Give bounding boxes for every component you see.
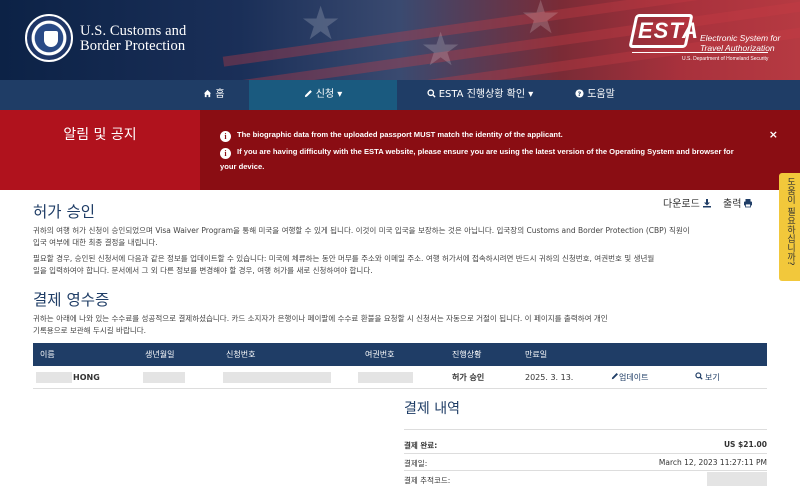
- dhs-seal-logo[interactable]: [25, 14, 73, 62]
- info-icon: i: [220, 131, 231, 142]
- nav-apply[interactable]: 신청 ▾: [249, 80, 397, 110]
- applications-table: 이름 생년월일 신청번호 여권번호 진행상황 만료일 HONG 허가 승인 20…: [33, 343, 767, 389]
- nav-apply-label: 신청: [315, 89, 335, 100]
- print-link[interactable]: 출력: [723, 199, 753, 210]
- column-header-dob: 생년월일: [145, 350, 175, 359]
- alert-banner: 알림 및 공지 i The biographic data from the up…: [0, 110, 800, 190]
- approval-p1-line2: 입국 여부에 대한 최종 결정을 내립니다.: [33, 237, 158, 247]
- column-header-status: 진행상황: [452, 350, 482, 359]
- star-icon: ★: [420, 22, 462, 76]
- column-header-passport: 여권번호: [365, 350, 395, 359]
- print-label: 출력: [723, 199, 742, 210]
- redacted-dob: [143, 372, 185, 383]
- receipt-paragraph: 귀하는 아래에 나와 있는 수수료를 성공적으로 결제하셨습니다. 카드 소지자…: [33, 313, 770, 336]
- divider: [404, 453, 767, 454]
- column-header-app-number: 신청번호: [226, 350, 256, 359]
- row-status: 허가 승인: [452, 373, 485, 382]
- divider: [404, 429, 767, 430]
- approval-paragraph-1: 귀하의 여행 허가 신청이 승인되었으며 Visa Waiver Program…: [33, 225, 770, 248]
- row-name: HONG: [73, 373, 100, 382]
- update-link[interactable]: 업데이트: [611, 366, 648, 389]
- pencil-icon: [611, 373, 618, 380]
- download-icon: [702, 199, 711, 208]
- page-tools: 다운로드 출력: [663, 195, 753, 210]
- payment-tracking-label: 결제 추적코드:: [404, 476, 451, 485]
- download-link[interactable]: 다운로드: [663, 199, 712, 210]
- alert-message-2-text: If you are having difficulty with the ES…: [237, 147, 734, 156]
- search-icon: [427, 89, 436, 98]
- agency-name-line2: Border Protection: [80, 38, 186, 54]
- alert-title: 알림 및 공지: [63, 127, 137, 143]
- nav-home-label: 홈: [215, 89, 225, 100]
- approval-p1-line1: 귀하의 여행 허가 신청이 승인되었으며 Visa Waiver Program…: [33, 226, 690, 235]
- receipt-heading: 결제 영수증: [33, 291, 110, 309]
- svg-text:?: ?: [578, 91, 582, 98]
- table-row: HONG 허가 승인 2025. 3. 13. 업데이트 보기: [33, 366, 767, 389]
- redacted-name: [36, 372, 72, 383]
- search-icon: [695, 372, 703, 380]
- question-circle-icon: ?: [575, 89, 584, 98]
- view-link-label: 보기: [705, 373, 720, 382]
- star-icon: ★: [300, 0, 342, 50]
- update-link-label: 업데이트: [619, 373, 649, 382]
- help-side-tab-label: 도움이 필요하십니까?: [785, 177, 795, 266]
- esta-logo-word: ESTA: [638, 18, 700, 43]
- receipt-p1-line1: 귀하는 아래에 나와 있는 수수료를 성공적으로 결제하셨습니다. 카드 소지자…: [33, 314, 608, 323]
- alert-message-1: i The biographic data from the uploaded p…: [220, 129, 563, 142]
- divider: [404, 470, 767, 471]
- caret-down-icon: ▾: [334, 89, 343, 100]
- nav-help-label: 도움말: [587, 89, 615, 100]
- main-nav: 홈 신청 ▾ ESTA 진행상황 확인 ▾ ? 도움말: [0, 80, 800, 110]
- site-header: ★ ★ ★ U.S. Customs and Border Protection…: [0, 0, 800, 80]
- receipt-p1-line2: 기록용으로 보관해 두시길 바랍니다.: [33, 325, 147, 335]
- alert-message-2: i If you are having difficulty with the E…: [220, 146, 734, 159]
- redacted-passport: [358, 372, 413, 383]
- home-icon: [204, 89, 212, 98]
- help-side-tab[interactable]: 도움이 필요하십니까?: [779, 173, 800, 281]
- payment-date-label: 결제일:: [404, 459, 428, 468]
- esta-logo-subtitle: Electronic System for Travel Authorizati…: [700, 33, 780, 53]
- column-header-expiry: 만료일: [525, 350, 548, 359]
- column-header-name: 이름: [40, 350, 55, 359]
- payment-complete-label: 결제 완료:: [404, 441, 438, 450]
- alert-message-2-continued: your device.: [220, 162, 265, 171]
- esta-subtitle-line1: Electronic System for: [700, 33, 781, 43]
- star-icon: ★: [520, 0, 562, 44]
- print-icon: [744, 199, 753, 208]
- approval-p2-line1: 필요할 경우, 승인된 신청서에 다음과 같은 정보를 업데이트할 수 있습니다…: [33, 254, 655, 263]
- nav-status-label: ESTA 진행상황 확인: [438, 89, 526, 100]
- payment-amount: US $21.00: [723, 440, 767, 449]
- view-link[interactable]: 보기: [695, 366, 720, 389]
- pencil-icon: [304, 90, 312, 98]
- alert-messages: i The biographic data from the uploaded p…: [200, 110, 800, 190]
- caret-down-icon: ▾: [525, 89, 534, 100]
- esta-logo-rule: [632, 52, 768, 53]
- row-expiry: 2025. 3. 13.: [525, 373, 574, 382]
- agency-name-line1: U.S. Customs and: [80, 23, 187, 39]
- alert-message-1-text: The biographic data from the uploaded pa…: [237, 130, 563, 139]
- esta-dept-text: U.S. Department of Homeland Security: [682, 56, 769, 62]
- approval-p2-line2: 일을 입력하여야 합니다. 문서에서 그 외 다른 정보를 변경해야 할 경우,…: [33, 265, 373, 275]
- redacted-tracking-code: [707, 472, 767, 486]
- seal-shield-icon: [44, 31, 58, 47]
- info-icon: i: [220, 148, 231, 159]
- payment-details-heading: 결제 내역: [404, 401, 460, 417]
- nav-status[interactable]: ESTA 진행상황 확인 ▾: [410, 80, 550, 110]
- approval-paragraph-2: 필요할 경우, 승인된 신청서에 다음과 같은 정보를 업데이트할 수 있습니다…: [33, 253, 770, 276]
- payment-date-value: March 12, 2023 11:27:11 PM: [658, 458, 767, 467]
- close-icon[interactable]: ×: [769, 128, 778, 141]
- approval-heading: 허가 승인: [33, 203, 95, 221]
- download-label: 다운로드: [663, 199, 700, 210]
- redacted-app-number: [223, 372, 331, 383]
- table-header: 이름 생년월일 신청번호 여권번호 진행상황 만료일: [33, 343, 767, 366]
- nav-home[interactable]: 홈: [180, 80, 248, 110]
- agency-name[interactable]: U.S. Customs and Border Protection: [80, 24, 186, 54]
- nav-help[interactable]: ? 도움말: [560, 80, 630, 110]
